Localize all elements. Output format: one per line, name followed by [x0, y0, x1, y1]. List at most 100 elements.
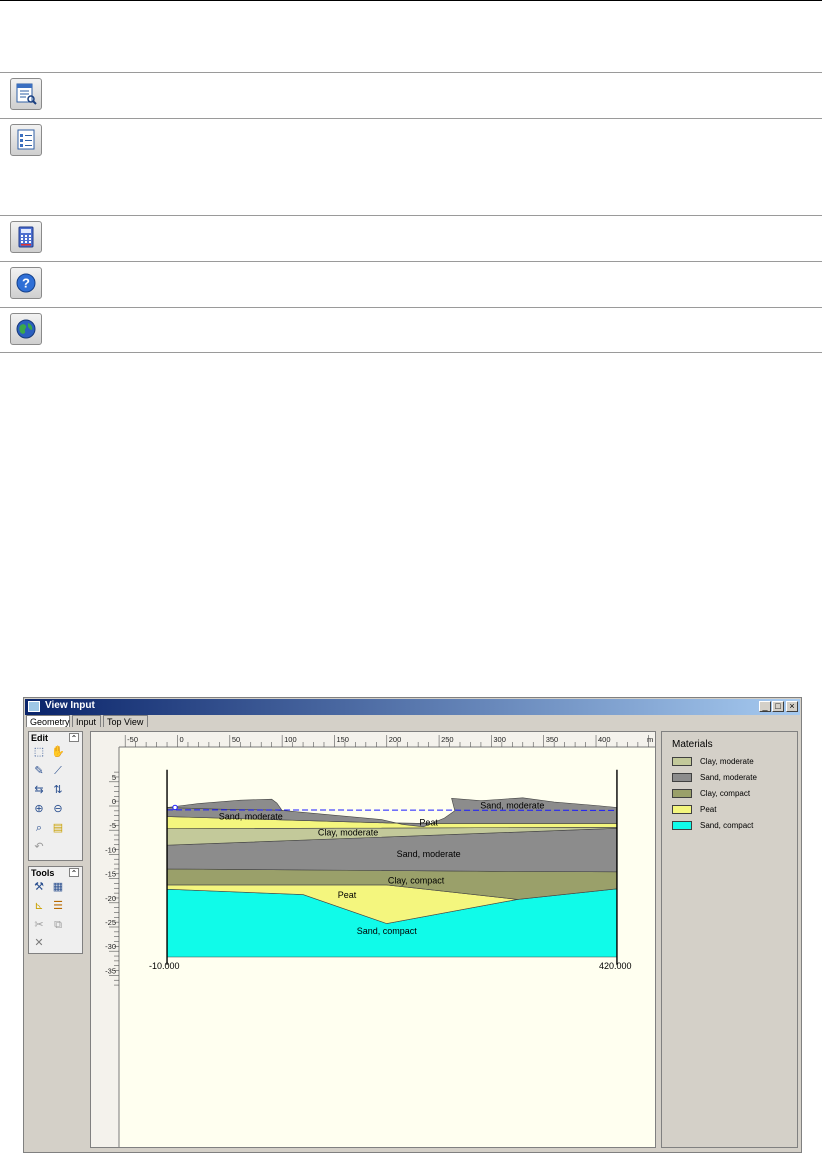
y-ruler-label: -20: [105, 894, 116, 903]
tool-panel: Edit ⌃ ⬚ ✋ ✎ ⟋ ⇆ ⇅ ⊕ ⊖ ⌕ ▤ ↶ Tools ⌃ ⚒ ▦…: [27, 731, 84, 1148]
y-ruler-label: 0: [112, 797, 116, 806]
row-divider: [0, 307, 822, 308]
row-divider: [0, 215, 822, 216]
y-ruler-label: 5: [112, 773, 116, 782]
add-line-icon[interactable]: ⟋: [51, 765, 65, 778]
cut-icon[interactable]: ✂: [32, 919, 46, 932]
geometry-canvas[interactable]: -50 0 50 100 150 200 250 300 350 400 m 5 0 -5 -10 -15 -2…: [90, 731, 656, 1148]
material-label: Clay, moderate: [700, 757, 754, 766]
row-divider: [0, 118, 822, 119]
tab-input[interactable]: Input: [72, 715, 101, 727]
material-swatch: [672, 805, 692, 814]
tools-group: Tools ⌃ ⚒ ▦ ⊾ ☰ ✂ ⧉ ✕: [28, 866, 83, 954]
right-boundary-label: 420.000: [599, 961, 632, 971]
window-title: View Input: [45, 700, 95, 711]
layer-label: Sand, moderate: [480, 800, 544, 810]
x-ruler-label: 0: [180, 735, 184, 744]
y-ruler-label: -25: [105, 918, 116, 927]
row-divider: [0, 72, 822, 73]
web-icon[interactable]: [10, 313, 42, 345]
y-ruler-label: -5: [109, 821, 116, 830]
y-ruler-label: -30: [105, 942, 116, 951]
pan-hand-icon[interactable]: ✋: [51, 746, 65, 759]
x-ruler-label: 300: [493, 735, 506, 744]
layer-label: Sand, moderate: [219, 812, 283, 822]
x-ruler-label: 250: [441, 735, 454, 744]
measure-icon[interactable]: ▤: [51, 822, 65, 835]
material-label: Sand, compact: [700, 821, 754, 830]
icon-row-5: [0, 307, 822, 353]
edit-group-label: Edit: [31, 733, 48, 743]
delete-icon[interactable]: ✕: [32, 937, 46, 950]
tools-group-label: Tools: [31, 868, 55, 878]
layer-label: Clay, moderate: [318, 828, 378, 838]
x-ruler-label: 150: [336, 735, 349, 744]
material-swatch: [672, 757, 692, 766]
zoom-in-icon[interactable]: ⊕: [32, 803, 46, 816]
materials-panel: Materials Clay, moderate Sand, moderate Cl…: [661, 731, 798, 1148]
grid-icon[interactable]: ▦: [51, 881, 65, 894]
app-icon: [28, 701, 40, 712]
x-ruler-label: 100: [284, 735, 297, 744]
undo-zoom-icon[interactable]: ↶: [32, 841, 46, 854]
view-input-window[interactable]: View Input _ □ × Geometry Input Top View…: [23, 697, 802, 1153]
x-ruler-label: -50: [127, 735, 138, 744]
wrench-icon[interactable]: ⚒: [32, 881, 46, 894]
x-ruler-label: 400: [598, 735, 611, 744]
zoom-window-icon[interactable]: ⌕: [32, 822, 46, 835]
calculator-icon[interactable]: [10, 221, 42, 253]
icon-row-2: [0, 118, 822, 164]
maximize-button[interactable]: □: [772, 701, 784, 712]
layer-label: Sand, moderate: [397, 849, 461, 859]
close-button[interactable]: ×: [786, 701, 798, 712]
icon-row-1: [0, 72, 822, 118]
move-icon[interactable]: ⇆: [32, 784, 46, 797]
left-boundary-label: -10.000: [149, 961, 180, 971]
x-ruler-label: 200: [389, 735, 402, 744]
material-swatch: [672, 789, 692, 798]
y-ruler-label: -35: [105, 966, 116, 975]
material-swatch: [672, 773, 692, 782]
edit-group: Edit ⌃ ⬚ ✋ ✎ ⟋ ⇆ ⇅ ⊕ ⊖ ⌕ ▤ ↶: [28, 731, 83, 861]
x-ruler-label: 350: [546, 735, 559, 744]
phreatic-point: [172, 804, 178, 811]
view-report-icon[interactable]: [10, 78, 42, 110]
x-unit-label: m: [647, 735, 653, 744]
vertical-ruler: [91, 732, 119, 1147]
minimize-button[interactable]: _: [759, 701, 771, 712]
layer-label: Peat: [338, 890, 357, 900]
material-swatch: [672, 821, 692, 830]
y-ruler-label: -10: [105, 845, 116, 854]
layer-label: Peat: [419, 817, 438, 827]
select-tool-icon[interactable]: ⬚: [32, 746, 46, 759]
layers-icon[interactable]: ☰: [51, 900, 65, 913]
zoom-out-icon[interactable]: ⊖: [51, 803, 65, 816]
layer-label: Clay, compact: [388, 875, 445, 885]
window-titlebar[interactable]: View Input _ □ ×: [25, 699, 800, 715]
ruler-icon[interactable]: ⊾: [32, 900, 46, 913]
edit-collapse-button[interactable]: ⌃: [69, 733, 79, 743]
y-ruler-label: -15: [105, 870, 116, 879]
section-divider: [0, 352, 822, 353]
flip-icon[interactable]: ⇅: [51, 784, 65, 797]
materials-title: Materials: [672, 739, 713, 750]
page-top-rule: [0, 0, 822, 1]
tab-geometry[interactable]: Geometry: [26, 715, 70, 727]
copy-icon[interactable]: ⧉: [51, 919, 65, 932]
x-ruler-label: 50: [232, 735, 240, 744]
help-icon[interactable]: ?: [10, 267, 42, 299]
tab-top-view[interactable]: Top View: [103, 715, 148, 727]
add-point-icon[interactable]: ✎: [32, 765, 46, 778]
layer-label: Sand, compact: [357, 926, 418, 936]
horizontal-ruler: [91, 732, 655, 747]
geometry-drawing[interactable]: -50 0 50 100 150 200 250 300 350 400 m50-5-10-15-2…: [91, 732, 655, 1147]
svg-text:?: ?: [22, 276, 30, 291]
material-label: Clay, compact: [700, 789, 751, 798]
material-label: Sand, moderate: [700, 773, 757, 782]
row-divider: [0, 261, 822, 262]
list-icon[interactable]: [10, 124, 42, 156]
icon-row-4: ?: [0, 261, 822, 307]
icon-row-3: [0, 215, 822, 261]
tools-collapse-button[interactable]: ⌃: [69, 868, 79, 878]
material-label: Peat: [700, 805, 717, 814]
